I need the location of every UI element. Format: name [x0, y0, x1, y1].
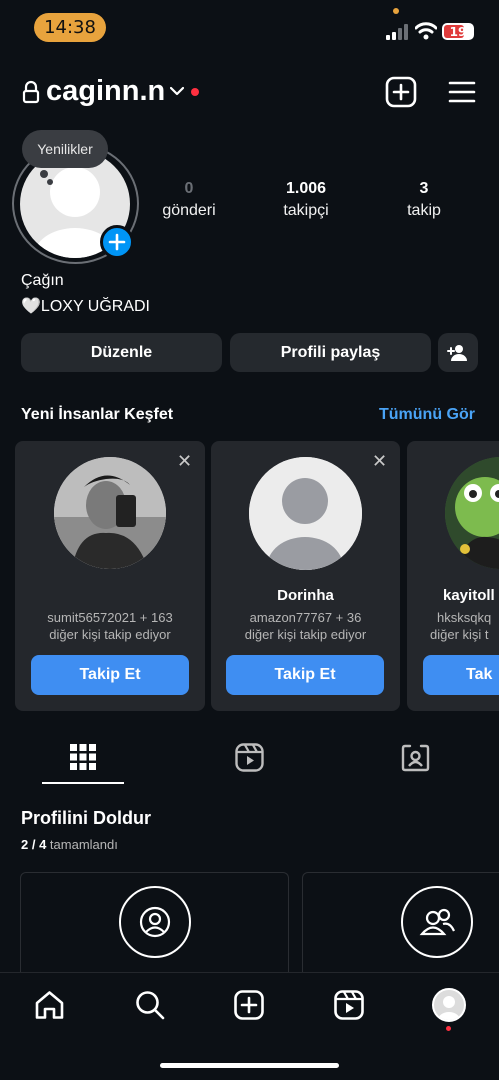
stat-followers-label: takipçi — [283, 202, 329, 219]
stat-followers[interactable]: 1.006 takipçi — [256, 180, 356, 220]
plus-icon — [108, 233, 126, 251]
reels-icon[interactable] — [334, 990, 364, 1020]
default-avatar-icon — [434, 990, 464, 1020]
suggestion-photo[interactable] — [54, 457, 166, 569]
tooltip-bubble-dot — [47, 179, 53, 185]
frog-photo-icon — [445, 457, 499, 569]
suggestion-photo[interactable] — [249, 457, 362, 570]
find-people-step — [401, 886, 473, 958]
display-name: Çağın — [21, 272, 64, 289]
see-all-link[interactable]: Tümünü Gör — [379, 406, 475, 424]
complete-profile-progress: 2 / 4 tamamlandı — [21, 837, 118, 852]
create-post-icon[interactable] — [385, 76, 417, 108]
stat-following-value: 3 — [419, 180, 429, 197]
suggestion-mutuals: sumit56572021 + 163 — [47, 610, 173, 625]
stat-posts-label: gönderi — [162, 202, 216, 219]
suggestion-mutuals: hksksqkq — [437, 610, 492, 625]
discover-title: Yeni İnsanlar Keşfet — [21, 406, 174, 423]
suggestion-mutuals-label: diğer kişi t — [430, 627, 489, 642]
home-indicator — [160, 1063, 339, 1068]
notes-tooltip[interactable]: Yenilikler — [22, 130, 108, 168]
recording-indicator — [393, 8, 399, 14]
stat-following[interactable]: 3 takip — [374, 180, 474, 220]
complete-profile-title: Profilini Doldur — [21, 808, 151, 828]
stat-posts[interactable]: 0 gönderi — [139, 180, 239, 220]
suggestion-name: Dorinha — [277, 587, 334, 604]
chevron-down-icon[interactable] — [170, 86, 184, 96]
tooltip-bubble-dot — [40, 170, 48, 178]
dismiss-icon[interactable]: ✕ — [177, 451, 192, 472]
stat-followers-value: 1.006 — [285, 180, 327, 197]
create-icon[interactable] — [234, 990, 264, 1020]
add-person-icon — [447, 344, 467, 361]
suggestion-mutuals-label: diğer kişi takip ediyor — [49, 627, 171, 642]
home-icon[interactable] — [34, 990, 65, 1020]
lock-icon — [22, 80, 40, 104]
profile-notification-dot — [446, 1026, 451, 1031]
suggestion-card[interactable]: ✕ Dorinha amazon77767 + 36 diğer kişi ta… — [211, 441, 400, 711]
tagged-tab-icon[interactable] — [401, 743, 430, 772]
profile-photo-step — [119, 886, 191, 958]
wifi-icon — [415, 22, 437, 40]
account-username[interactable]: caginn.n — [46, 75, 165, 108]
bio-text: 🤍LOXY UĞRADI — [21, 298, 150, 315]
progress-label: tamamlandı — [49, 837, 118, 852]
default-avatar-icon — [249, 457, 362, 570]
user-circle-icon — [139, 906, 171, 938]
cellular-signal-icon — [386, 24, 408, 40]
notification-dot — [191, 88, 199, 96]
follow-button[interactable]: Takip Et — [31, 655, 189, 695]
complete-profile-card[interactable] — [302, 872, 499, 972]
discover-people-button[interactable] — [438, 333, 478, 372]
stat-following-label: takip — [407, 202, 441, 219]
person-photo-icon — [54, 457, 166, 569]
profile-tab-avatar[interactable] — [432, 988, 466, 1022]
follow-button[interactable]: Tak — [423, 655, 499, 695]
progress-count: 2 / 4 — [21, 837, 47, 852]
suggestion-mutuals: amazon77767 + 36 — [249, 610, 362, 625]
grid-icon[interactable] — [70, 744, 96, 770]
suggestion-mutuals-label: diğer kişi takip ediyor — [244, 627, 367, 642]
battery-icon: 19 — [442, 23, 474, 40]
menu-icon[interactable] — [448, 80, 476, 104]
suggestion-name: kayitoll — [443, 587, 495, 604]
dismiss-icon[interactable]: ✕ — [372, 451, 387, 472]
share-profile-button[interactable]: Profili paylaş — [230, 333, 431, 372]
follow-button[interactable]: Takip Et — [226, 655, 384, 695]
suggestion-card[interactable]: ✕ sumit56572021 + 163 diğer kişi takip e… — [15, 441, 205, 711]
people-icon — [419, 908, 456, 936]
suggestion-photo[interactable] — [445, 457, 499, 569]
active-tab-indicator — [42, 782, 124, 784]
edit-profile-button[interactable]: Düzenle — [21, 333, 222, 372]
status-time: 14:38 — [34, 13, 106, 42]
complete-profile-card[interactable] — [20, 872, 289, 972]
reels-tab-icon[interactable] — [235, 743, 264, 772]
add-story-button[interactable] — [100, 225, 134, 259]
battery-level: 19 — [449, 24, 467, 39]
suggestion-card[interactable]: kayitoll hksksqkq diğer kişi t Tak — [407, 441, 499, 711]
stat-posts-value: 0 — [184, 180, 194, 197]
search-icon[interactable] — [135, 990, 165, 1020]
